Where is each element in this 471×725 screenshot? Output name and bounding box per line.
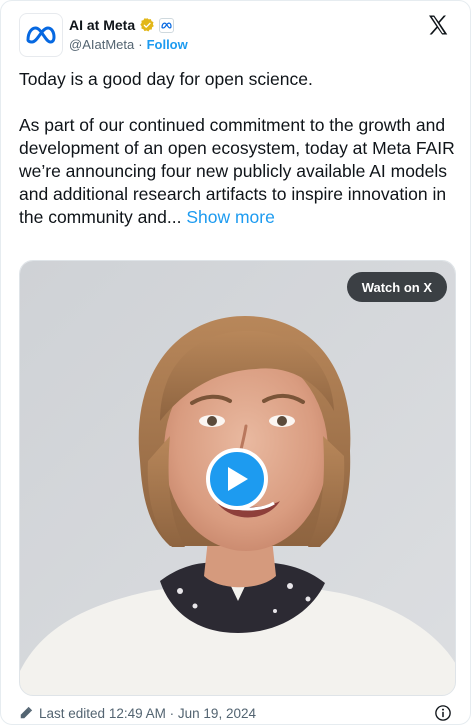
info-icon[interactable] <box>434 704 452 722</box>
tweet-header: AI at Meta @AIatMeta · Follow <box>19 13 456 57</box>
tweet-text: Today is a good day for open science. As… <box>19 68 455 229</box>
show-more-link[interactable]: Show more <box>186 207 275 227</box>
author-identity: AI at Meta @AIatMeta · Follow <box>69 15 188 52</box>
play-button[interactable] <box>206 448 268 510</box>
author-display-name[interactable]: AI at Meta <box>69 17 135 33</box>
edited-date: Jun 19, 2024 <box>177 705 256 721</box>
tweet-footer: Last edited 12:49 AM · Jun 19, 2024 <box>19 703 456 723</box>
avatar[interactable] <box>19 13 63 57</box>
watch-on-x-button[interactable]: Watch on X <box>346 272 447 302</box>
author-handle[interactable]: @AIatMeta <box>69 37 134 52</box>
handle-separator: · <box>138 37 143 52</box>
follow-button[interactable]: Follow <box>147 37 188 52</box>
timestamp-separator: · <box>169 705 175 721</box>
play-icon <box>228 467 248 491</box>
edited-timestamp-link[interactable]: Last edited 12:49 AM · Jun 19, 2024 <box>39 706 256 721</box>
tweet-embed-card: AI at Meta @AIatMeta · Follow Today is a… <box>0 0 471 725</box>
video-player[interactable]: Watch on X <box>19 260 456 696</box>
edited-prefix: Last edited <box>39 705 106 721</box>
meta-logo-icon <box>26 26 56 44</box>
tweet-paragraph-1: Today is a good day for open science. <box>19 69 313 89</box>
affiliation-badge-icon <box>159 17 175 33</box>
x-logo-icon[interactable] <box>426 13 450 37</box>
tweet-paragraph-2: As part of our continued commitment to t… <box>19 114 455 229</box>
edited-time: 12:49 AM <box>108 705 166 721</box>
pencil-icon <box>20 706 33 719</box>
verified-badge-icon <box>140 18 154 32</box>
